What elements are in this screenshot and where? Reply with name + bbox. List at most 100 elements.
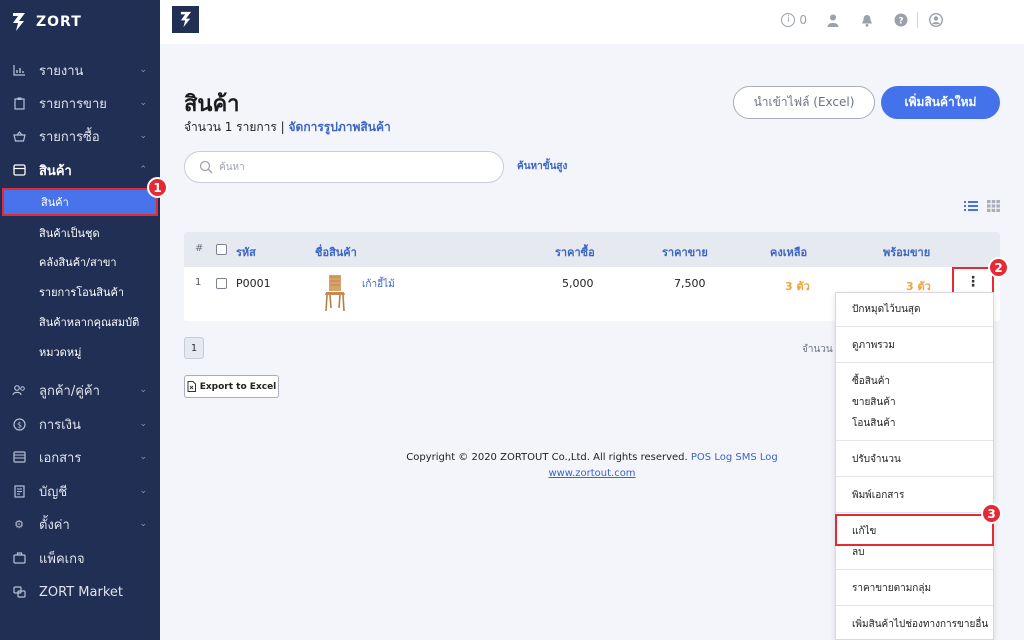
website-link[interactable]: www.zortout.com	[548, 468, 635, 479]
col-buy-price[interactable]: ราคาซื้อ	[555, 243, 595, 261]
product-name-link[interactable]: เก้าอี้ไม้	[362, 277, 395, 292]
package-icon	[12, 551, 26, 565]
menu-item-overview[interactable]: ดูภาพรวม	[852, 338, 895, 353]
chevron-down-icon: ⌄	[139, 519, 147, 529]
svg-text:$: $	[16, 420, 21, 429]
sidebar-item-reports[interactable]: รายงาน ⌄	[0, 55, 160, 85]
sidebar-item-purchases[interactable]: รายการซื้อ ⌄	[0, 121, 160, 151]
sidebar-subitem-transfers[interactable]: รายการโอนสินค้า	[0, 278, 160, 306]
sidebar-subitem-bundles[interactable]: สินค้าเป็นชุด	[0, 219, 160, 247]
clipboard-icon	[12, 96, 26, 110]
page-size-label: จำนวน	[802, 344, 833, 355]
sidebar-item-zort-market[interactable]: ZORT Market	[0, 577, 160, 607]
list-view-icon[interactable]	[964, 200, 978, 212]
step-badge-1: 1	[147, 177, 168, 198]
topbar: i 0 ?	[160, 0, 1024, 44]
select-all-checkbox[interactable]	[216, 244, 227, 255]
sidebar-item-settings[interactable]: ⚙ ตั้งค่า ⌄	[0, 509, 160, 539]
col-name[interactable]: ชื่อสินค้า	[315, 243, 357, 261]
menu-divider	[836, 476, 993, 477]
bell-icon[interactable]	[859, 12, 875, 28]
row-actions-menu: ปักหมุดไว้บนสุด ดูภาพรวม ซื้อสินค้า ขายส…	[835, 292, 994, 640]
sidebar-item-products[interactable]: สินค้า ⌃	[0, 155, 160, 185]
sidebar-item-label: สินค้า	[39, 163, 72, 179]
step-badge-3: 3	[981, 503, 1002, 524]
sidebar-item-label: ตั้งค่า	[39, 517, 70, 533]
menu-item-group-pricing[interactable]: ราคาขายตามกลุ่ม	[852, 581, 931, 596]
sidebar-subitem-variants[interactable]: สินค้าหลากคุณสมบัติ	[0, 308, 160, 336]
menu-item-transfer[interactable]: โอนสินค้า	[852, 416, 895, 431]
copyright-text: Copyright © 2020 ZORTOUT Co.,Ltd. All ri…	[406, 452, 688, 463]
advanced-search-link[interactable]: ค้นหาขั้นสูง	[517, 159, 567, 174]
row-checkbox[interactable]	[216, 278, 227, 289]
menu-divider	[836, 512, 993, 513]
menu-divider	[836, 362, 993, 363]
row-index: 1	[195, 277, 202, 288]
menu-item-edit[interactable]: แก้ไข	[852, 524, 876, 539]
sidebar-item-customers[interactable]: ลูกค้า/คู่ค้า ⌄	[0, 375, 160, 405]
import-excel-button[interactable]: นำเข้าไฟล์ (Excel)	[733, 86, 875, 119]
sidebar-item-label: บัญชี	[39, 484, 68, 500]
add-product-button[interactable]: เพิ่มสินค้าใหม่	[881, 86, 1000, 119]
footer-link-sms-log[interactable]: SMS Log	[735, 452, 777, 463]
footer-link-pos[interactable]: POS	[691, 452, 711, 463]
sidebar-item-label: รายการซื้อ	[39, 129, 100, 145]
page-button[interactable]: 1	[184, 337, 204, 359]
sidebar-item-sales[interactable]: รายการขาย ⌄	[0, 88, 160, 118]
chevron-down-icon: ⌄	[139, 452, 147, 462]
sidebar-item-package[interactable]: แพ็คเกจ	[0, 543, 160, 573]
sidebar-subitem-warehouses[interactable]: คลังสินค้า/สาขา	[0, 248, 160, 276]
search-icon	[199, 160, 213, 174]
menu-divider	[836, 326, 993, 327]
menu-item-sell[interactable]: ขายสินค้า	[852, 395, 896, 410]
chevron-up-icon: ⌃	[139, 165, 147, 175]
item-count: จำนวน 1 รายการ |	[184, 120, 289, 134]
chart-icon	[12, 63, 26, 77]
grid-view-icon[interactable]	[987, 200, 1000, 212]
menu-item-buy[interactable]: ซื้อสินค้า	[852, 374, 890, 389]
dollar-icon: $	[12, 417, 26, 431]
topbar-logo[interactable]	[172, 6, 199, 33]
export-excel-button[interactable]: Export to Excel	[184, 375, 279, 398]
menu-item-add-to-channels[interactable]: เพิ่มสินค้าไปช่องทางการขายอื่น	[852, 617, 988, 632]
menu-item-print[interactable]: พิมพ์เอกสาร	[852, 488, 904, 503]
remaining-stock: 3 ตัว	[785, 280, 810, 293]
sidebar-subitem-label: หมวดหมู่	[39, 346, 82, 359]
document-icon	[12, 450, 26, 464]
account-icon[interactable]	[928, 12, 944, 28]
col-remaining[interactable]: คงเหลือ	[770, 243, 807, 261]
menu-item-delete[interactable]: ลบ	[852, 545, 864, 560]
help-icon[interactable]: ?	[893, 12, 909, 28]
sidebar-subitem-products[interactable]: สินค้า	[2, 188, 158, 216]
menu-item-adjust-quantity[interactable]: ปรับจำนวน	[852, 452, 901, 467]
zort-logo-icon	[13, 13, 25, 31]
sidebar-item-label: รายงาน	[39, 63, 84, 79]
chevron-down-icon: ⌄	[139, 65, 147, 75]
menu-divider	[836, 605, 993, 606]
export-label: Export to Excel	[199, 381, 277, 392]
sidebar-subitem-label: สินค้าเป็นชุด	[39, 227, 100, 240]
menu-item-pin[interactable]: ปักหมุดไว้บนสุด	[852, 302, 921, 317]
step-badge-2: 2	[988, 257, 1009, 278]
col-code[interactable]: รหัส	[236, 243, 256, 261]
footer: Copyright © 2020 ZORTOUT Co.,Ltd. All ri…	[384, 450, 800, 482]
sidebar-item-accounting[interactable]: บัญชี ⌄	[0, 476, 160, 506]
page-subtitle: จำนวน 1 รายการ | จัดการรูปภาพสินค้า	[184, 118, 391, 137]
user-icon[interactable]	[825, 12, 841, 28]
chevron-down-icon: ⌄	[139, 385, 147, 395]
search-input[interactable]	[219, 158, 489, 176]
info-counter[interactable]: i 0	[781, 12, 807, 28]
sidebar-item-label: เอกสาร	[39, 450, 82, 466]
sidebar-item-finance[interactable]: $ การเงิน ⌄	[0, 409, 160, 439]
col-sell-price[interactable]: ราคาขาย	[662, 243, 708, 261]
buy-price: 5,000	[562, 277, 594, 290]
col-ready[interactable]: พร้อมขาย	[883, 243, 930, 261]
sidebar-item-documents[interactable]: เอกสาร ⌄	[0, 442, 160, 472]
brand[interactable]: ZORT	[0, 0, 160, 44]
sidebar-subitem-label: รายการโอนสินค้า	[39, 286, 125, 299]
sidebar-subitem-categories[interactable]: หมวดหมู่	[0, 338, 160, 366]
footer-link-log[interactable]: Log	[714, 452, 732, 463]
manage-images-link[interactable]: จัดการรูปภาพสินค้า	[289, 120, 391, 134]
ledger-icon	[12, 484, 26, 498]
page-title: สินค้า	[184, 92, 240, 117]
